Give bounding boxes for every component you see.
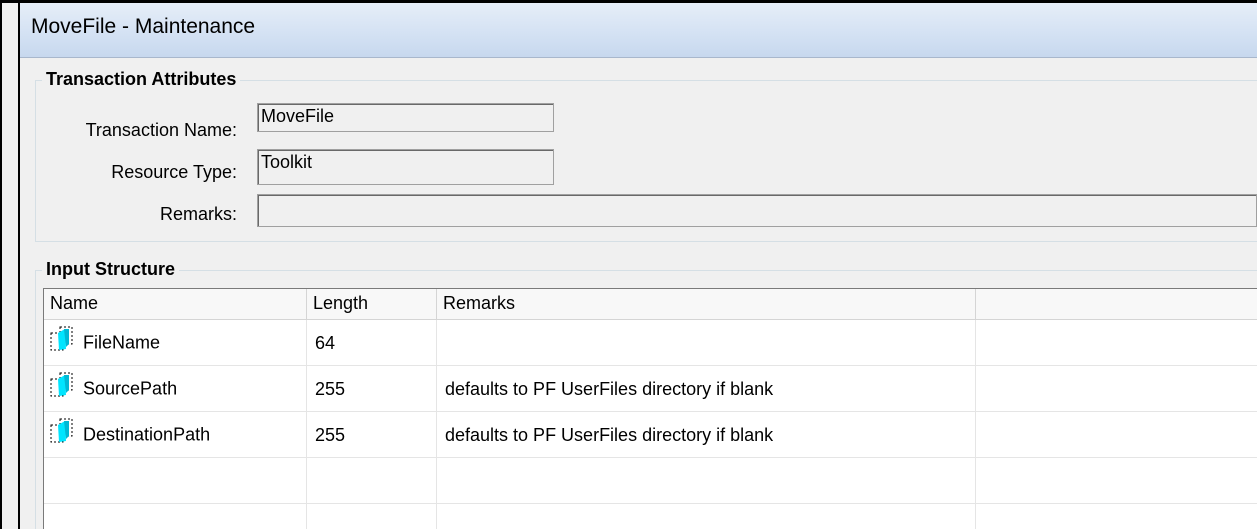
empty-cell bbox=[976, 504, 1257, 529]
row-remarks: defaults to PF UserFiles directory if bl… bbox=[437, 412, 976, 457]
row-name-cell: DestinationPath bbox=[44, 412, 307, 457]
row-extra bbox=[976, 412, 1257, 457]
row-name: SourcePath bbox=[83, 378, 178, 399]
empty-cell bbox=[44, 504, 307, 529]
row-length: 255 bbox=[307, 412, 437, 457]
column-header-name[interactable]: Name bbox=[44, 289, 307, 319]
row-length: 255 bbox=[307, 366, 437, 411]
transaction-attributes-legend: Transaction Attributes bbox=[42, 69, 241, 90]
empty-cell bbox=[437, 504, 976, 529]
content-area: Transaction Attributes Transaction Name:… bbox=[20, 58, 1257, 529]
remarks-label: Remarks: bbox=[159, 204, 237, 224]
maintenance-window: MoveFile - Maintenance Transaction Attri… bbox=[2, 3, 1257, 529]
column-header-length[interactable]: Length bbox=[307, 289, 437, 319]
row-remarks bbox=[437, 320, 976, 365]
input-structure-grid[interactable]: Name Length Remarks FileName 64 SourcePa… bbox=[43, 288, 1257, 529]
row-name: DestinationPath bbox=[83, 424, 211, 445]
transaction-name-label: Transaction Name: bbox=[85, 120, 237, 140]
empty-cell bbox=[976, 458, 1257, 503]
table-row-empty[interactable] bbox=[44, 504, 1257, 529]
row-name: FileName bbox=[83, 332, 161, 353]
window-title: MoveFile - Maintenance bbox=[31, 15, 256, 38]
title-bar[interactable]: MoveFile - Maintenance bbox=[20, 3, 1257, 58]
grid-header: Name Length Remarks bbox=[44, 289, 1257, 320]
field-icon bbox=[50, 418, 76, 449]
row-length: 64 bbox=[307, 320, 437, 365]
table-row[interactable]: SourcePath 255 defaults to PF UserFiles … bbox=[44, 366, 1257, 412]
empty-cell bbox=[307, 458, 437, 503]
input-structure-legend: Input Structure bbox=[42, 259, 179, 280]
row-extra bbox=[976, 320, 1257, 365]
column-header-remarks[interactable]: Remarks bbox=[437, 289, 976, 319]
empty-cell bbox=[307, 504, 437, 529]
row-name-cell: SourcePath bbox=[44, 366, 307, 411]
row-extra bbox=[976, 366, 1257, 411]
table-row-empty[interactable] bbox=[44, 458, 1257, 504]
table-row[interactable]: DestinationPath 255 defaults to PF UserF… bbox=[44, 412, 1257, 458]
row-remarks: defaults to PF UserFiles directory if bl… bbox=[437, 366, 976, 411]
resource-type-field[interactable]: Toolkit bbox=[257, 149, 554, 185]
field-icon bbox=[50, 326, 76, 357]
table-row[interactable]: FileName 64 bbox=[44, 320, 1257, 366]
column-header-extra[interactable] bbox=[976, 289, 1257, 319]
row-name-cell: FileName bbox=[44, 320, 307, 365]
empty-cell bbox=[44, 458, 307, 503]
field-icon bbox=[50, 372, 76, 403]
transaction-name-field[interactable]: MoveFile bbox=[257, 103, 554, 132]
remarks-field[interactable] bbox=[257, 194, 1257, 227]
resource-type-label: Resource Type: bbox=[111, 162, 237, 182]
empty-cell bbox=[437, 458, 976, 503]
